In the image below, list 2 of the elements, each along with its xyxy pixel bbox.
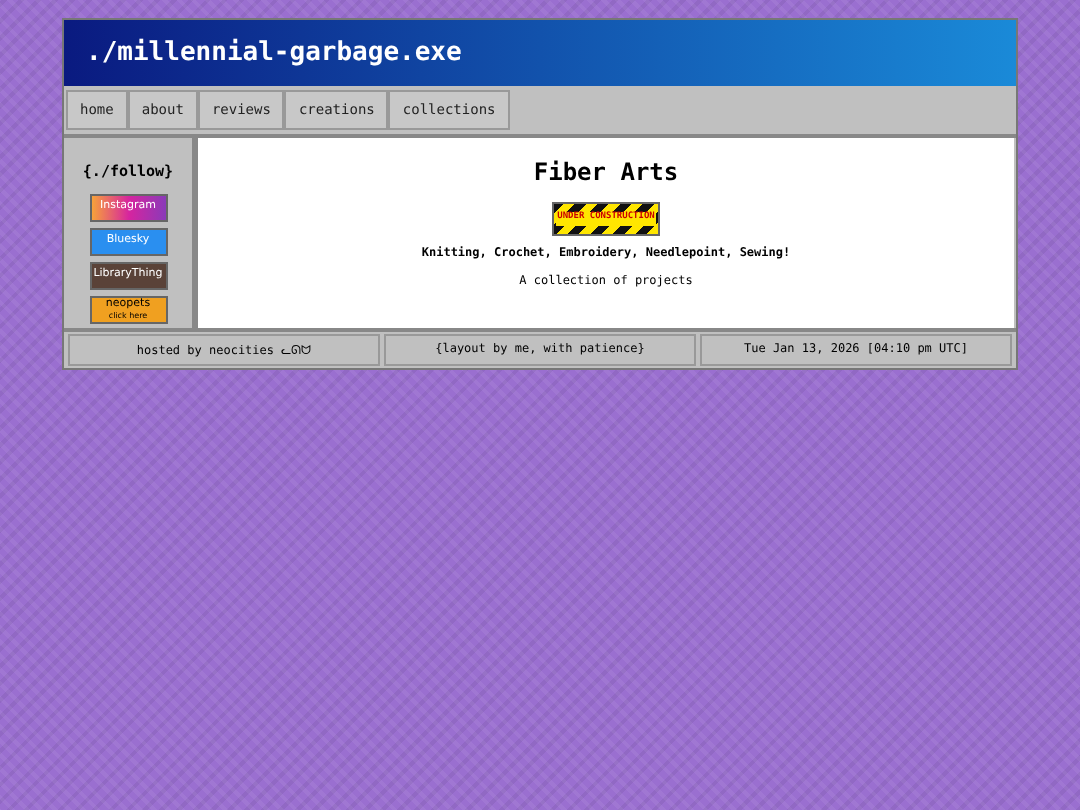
page-heading: Fiber Arts: [533, 158, 679, 186]
site-title: ./millennial-garbage.exe: [86, 38, 462, 68]
